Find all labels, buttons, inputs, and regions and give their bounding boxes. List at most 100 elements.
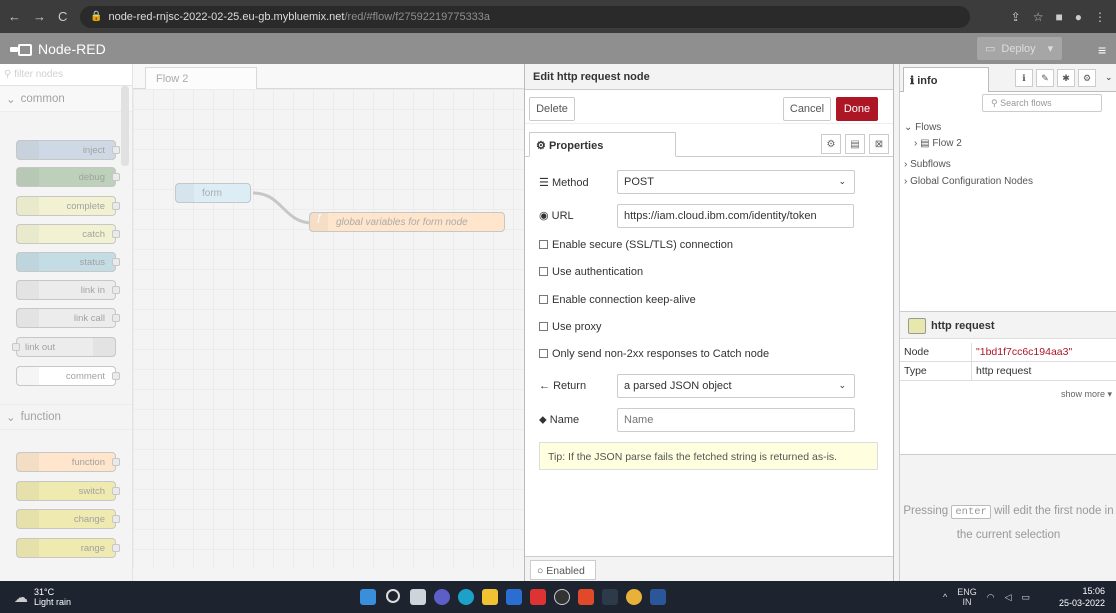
checkbox-icon[interactable] (539, 240, 548, 249)
checkbox-non2xx[interactable]: Only send non-2xx responses to Catch nod… (539, 348, 769, 360)
forward-icon[interactable]: → (33, 9, 46, 24)
settings-icon[interactable]: ⚙ (821, 134, 841, 154)
region-text: IN (962, 597, 972, 607)
dell-icon[interactable] (554, 589, 570, 605)
search-icon[interactable] (386, 589, 400, 603)
delete-button[interactable]: Delete (529, 97, 575, 121)
profile-icon[interactable]: ● (1075, 10, 1082, 24)
checkbox-secure[interactable]: Enable secure (SSL/TLS) connection (539, 239, 733, 251)
tree-flow-2[interactable]: › ▤ Flow 2 (914, 138, 962, 149)
url-label: ◉ URL (539, 209, 574, 222)
chevron-right-icon: › (904, 176, 908, 187)
help-panel: Pressing enter will edit the first node … (900, 454, 1116, 581)
task-view-icon[interactable] (410, 589, 426, 605)
checkbox-icon[interactable] (539, 267, 548, 276)
checkbox-icon[interactable] (539, 322, 548, 331)
tray-buttons: Delete Cancel Done (525, 90, 893, 124)
tree-label: Flow 2 (932, 138, 962, 149)
tab-info[interactable]: ℹ info (903, 67, 989, 92)
reload-icon[interactable]: C (58, 9, 67, 24)
method-select[interactable]: POST ⌄ (617, 170, 855, 194)
name-input[interactable] (617, 408, 855, 432)
windows-taskbar: ☁ 31°C Light rain ^ ENG IN ◠ ◁ ▭ 15:06 25-… (0, 581, 1116, 613)
menu-dots-icon[interactable]: ⋮ (1094, 10, 1106, 24)
chrome-icon[interactable] (626, 589, 642, 605)
tip-box: Tip: If the JSON parse fails the fetched… (539, 442, 878, 470)
tree-global-config[interactable]: › Global Configuration Nodes (904, 176, 1033, 187)
wifi-icon[interactable]: ◠ (987, 592, 995, 603)
description-icon[interactable]: ▤ (845, 134, 865, 154)
checkbox-icon[interactable] (539, 295, 548, 304)
enabled-label: Enabled (546, 565, 585, 577)
file-explorer-icon[interactable] (482, 589, 498, 605)
clock[interactable]: 15:06 25-03-2022 (1055, 585, 1105, 609)
table-row: Node "1bd1f7cc6c194aa3" (900, 343, 1116, 362)
tag-icon: ⬥ (539, 414, 547, 426)
row-key: Node (900, 343, 972, 361)
checkbox-icon[interactable] (539, 349, 548, 358)
main-menu-icon[interactable]: ≡ (1098, 42, 1106, 58)
show-more-label: show more (1060, 389, 1105, 399)
node-info-table: Node "1bd1f7cc6c194aa3" Type http request (900, 343, 1116, 381)
enabled-toggle[interactable]: ○ Enabled (530, 560, 596, 580)
help-icon[interactable]: ✎ (1036, 69, 1054, 87)
tree-flows[interactable]: ⌄ Flows (904, 122, 941, 133)
method-label-text: Method (551, 177, 589, 189)
back-icon[interactable]: ← (8, 9, 21, 24)
address-bar[interactable]: 🔒 node-red-rnjsc-2022-02-25.eu-gb.myblue… (80, 5, 970, 28)
help-key: enter (951, 505, 991, 519)
start-icon[interactable] (360, 589, 376, 605)
tree-subflows[interactable]: › Subflows (904, 159, 951, 170)
tab-properties[interactable]: ⚙ Properties (529, 132, 676, 157)
cancel-button[interactable]: Cancel (783, 97, 831, 121)
node-info-header: http request (900, 311, 1116, 339)
info-icon[interactable]: ℹ (1015, 69, 1033, 87)
star-icon[interactable]: ☆ (1033, 10, 1044, 24)
table-row: Type http request (900, 362, 1116, 381)
appearance-icon[interactable]: ⊠ (869, 134, 889, 154)
mail-icon[interactable] (506, 589, 522, 605)
checkbox-label: Enable connection keep-alive (552, 294, 696, 306)
wave-icon[interactable] (602, 589, 618, 605)
chevron-up-icon[interactable]: ^ (943, 592, 947, 602)
lock-icon: 🔒 (90, 11, 103, 22)
return-select[interactable]: a parsed JSON object ⌄ (617, 374, 855, 398)
node-red-logo-icon (10, 43, 32, 56)
editor-overlay (0, 64, 524, 581)
window-icon[interactable]: ■ (1056, 10, 1063, 24)
system-tray: ^ ENG IN ◠ ◁ ▭ (943, 581, 1030, 613)
search-flows-input[interactable]: ⚲ Search flows (982, 94, 1102, 112)
chevron-down-icon: ⌄ (838, 176, 846, 186)
chevron-down-icon[interactable]: ⌄ (1105, 72, 1113, 83)
checkbox-proxy[interactable]: Use proxy (539, 321, 602, 333)
checkbox-label: Enable secure (SSL/TLS) connection (552, 239, 733, 251)
deploy-button[interactable]: ▭ Deploy ▾ (977, 37, 1062, 60)
url-input[interactable]: https://iam.cloud.ibm.com/identity/token (617, 204, 854, 228)
edit-tray: Edit http request node Delete Cancel Don… (524, 64, 894, 581)
app-header: Node-RED ▭ Deploy ▾ ≡ (0, 33, 1116, 64)
checkbox-auth[interactable]: Use authentication (539, 266, 643, 278)
checkbox-keepalive[interactable]: Enable connection keep-alive (539, 294, 696, 306)
show-more-link[interactable]: show more ▾ (1061, 389, 1112, 400)
deploy-dropdown-icon[interactable]: ▾ (1048, 42, 1054, 55)
config-icon[interactable]: ⚙ (1078, 69, 1096, 87)
checkbox-label: Only send non-2xx responses to Catch nod… (552, 348, 770, 360)
tray-footer: ○ Enabled (525, 556, 893, 581)
edge-icon[interactable] (458, 589, 474, 605)
row-key: Type (900, 362, 972, 380)
office-icon[interactable] (530, 589, 546, 605)
app-icon[interactable] (578, 589, 594, 605)
sidebar-tabs: ℹ info ℹ ✎ ✱ ⚙ ⌄ (900, 64, 1116, 92)
language-indicator[interactable]: ENG IN (957, 587, 977, 607)
debug-icon[interactable]: ✱ (1057, 69, 1075, 87)
word-icon[interactable] (650, 589, 666, 605)
battery-icon[interactable]: ▭ (1022, 592, 1031, 603)
done-button[interactable]: Done (836, 97, 878, 121)
method-label: ☰ Method (539, 176, 589, 189)
volume-icon[interactable]: ◁ (1005, 592, 1012, 603)
chat-icon[interactable] (434, 589, 450, 605)
sidebar: ℹ info ℹ ✎ ✱ ⚙ ⌄ ⚲ Search flows ⌄ Flows … (899, 64, 1116, 581)
weather-widget[interactable]: ☁ 31°C Light rain (0, 587, 71, 607)
tree-label: Subflows (910, 159, 951, 170)
share-icon[interactable]: ⇪ (1011, 10, 1021, 24)
